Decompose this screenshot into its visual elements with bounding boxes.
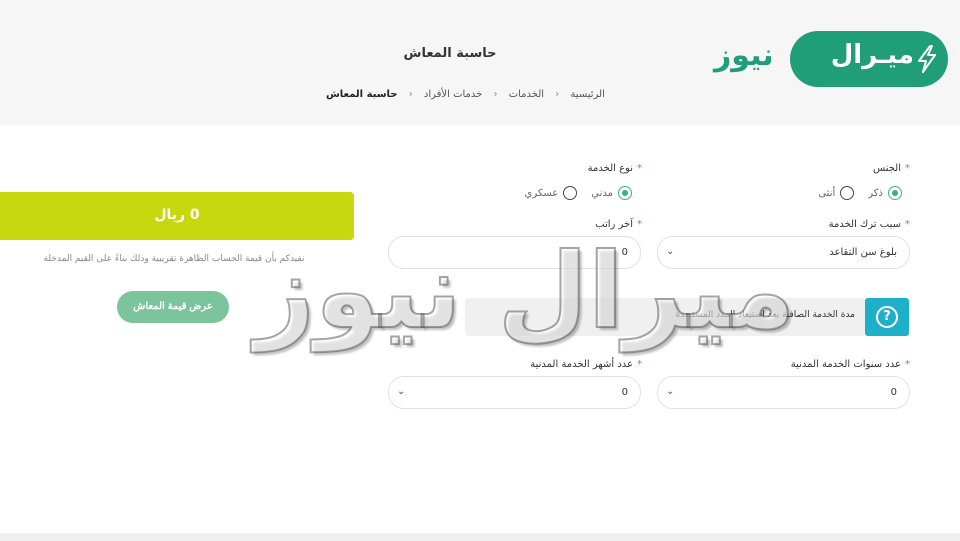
gender-female-radio[interactable]: أنثى	[818, 186, 855, 200]
page-header: حاسبة المعاش الرئيسية ‹ الخدمات ‹ خدمات …	[0, 0, 960, 126]
gender-male-radio[interactable]: ذكر	[868, 186, 902, 200]
civil-years-select[interactable]: 0 ⌄	[657, 376, 910, 409]
logo-pill-text: ميـرال	[830, 40, 914, 70]
info-note: ? مدة الخدمة الصافية بعد استبعاد المدد ا…	[465, 298, 909, 336]
service-military-radio[interactable]: عسكري	[525, 186, 578, 200]
site-logo[interactable]: ميـرال نيوز	[712, 31, 948, 87]
result-amount: 0 ريال	[154, 207, 200, 223]
radio-empty-icon	[563, 186, 578, 200]
question-mark: ?	[876, 306, 898, 328]
service-civil-radio[interactable]: مدني	[591, 186, 632, 200]
termination-reason-select[interactable]: بلوغ سن التقاعد ⌄	[657, 236, 910, 269]
breadcrumb-home[interactable]: الرئيسية	[570, 89, 604, 100]
result-notice: نفيدكم بأن قيمة الحساب الظاهرة تقريبية و…	[43, 254, 305, 264]
logo-pill: ميـرال	[790, 31, 948, 87]
breadcrumb-current: حاسبة المعاش	[326, 89, 398, 100]
breadcrumb-services[interactable]: الخدمات	[509, 89, 544, 100]
breadcrumb: الرئيسية ‹ الخدمات ‹ خدمات الأفراد ‹ حاس…	[322, 89, 609, 100]
lightning-bolt-icon	[918, 45, 936, 73]
radio-selected-icon	[888, 186, 902, 200]
service-civil-label: مدني	[591, 187, 613, 199]
result-amount-bar: 0 ريال	[0, 192, 354, 240]
termination-reason-label: *سبب ترك الخدمة	[828, 219, 910, 230]
radio-empty-icon	[840, 186, 855, 200]
civil-months-label: *عدد أشهر الخدمة المدنية	[530, 359, 642, 370]
last-salary-value: 0	[621, 247, 628, 258]
chevron-down-icon: ⌄	[397, 386, 406, 397]
gender-male-label: ذكر	[868, 187, 883, 199]
civil-months-value: 0	[621, 387, 628, 398]
radio-selected-icon	[618, 186, 632, 200]
chevron-down-icon: ⌄	[666, 246, 675, 257]
civil-years-value: 0	[890, 387, 897, 398]
chevron-down-icon: ⌄	[666, 386, 675, 397]
civil-months-select[interactable]: 0 ⌄	[388, 376, 641, 409]
gender-radio-group: ذكر أنثى	[818, 186, 902, 200]
breadcrumb-individual-services[interactable]: خدمات الأفراد	[424, 89, 482, 100]
last-salary-label: *آخر راتب	[595, 219, 642, 230]
breadcrumb-separator: ‹	[555, 89, 560, 100]
termination-reason-value: بلوغ سن التقاعد	[829, 247, 897, 258]
footer-strip	[0, 533, 960, 541]
service-military-label: عسكري	[524, 187, 559, 199]
gender-female-label: أنثى	[818, 187, 836, 199]
info-text: مدة الخدمة الصافية بعد استبعاد المدد الم…	[675, 310, 855, 320]
civil-years-label: *عدد سنوات الخدمة المدنية	[790, 359, 910, 370]
help-icon[interactable]: ?	[865, 298, 909, 336]
last-salary-input[interactable]: 0	[388, 236, 641, 269]
breadcrumb-separator: ‹	[493, 89, 498, 100]
gender-label: *الجنس	[872, 163, 910, 174]
service-type-radio-group: مدني عسكري	[525, 186, 632, 200]
show-pension-button[interactable]: عرض قيمة المعاش	[117, 291, 229, 323]
breadcrumb-separator: ‹	[408, 89, 413, 100]
service-type-label: *نوع الخدمة	[587, 163, 642, 174]
logo-word: نيوز	[714, 38, 774, 73]
